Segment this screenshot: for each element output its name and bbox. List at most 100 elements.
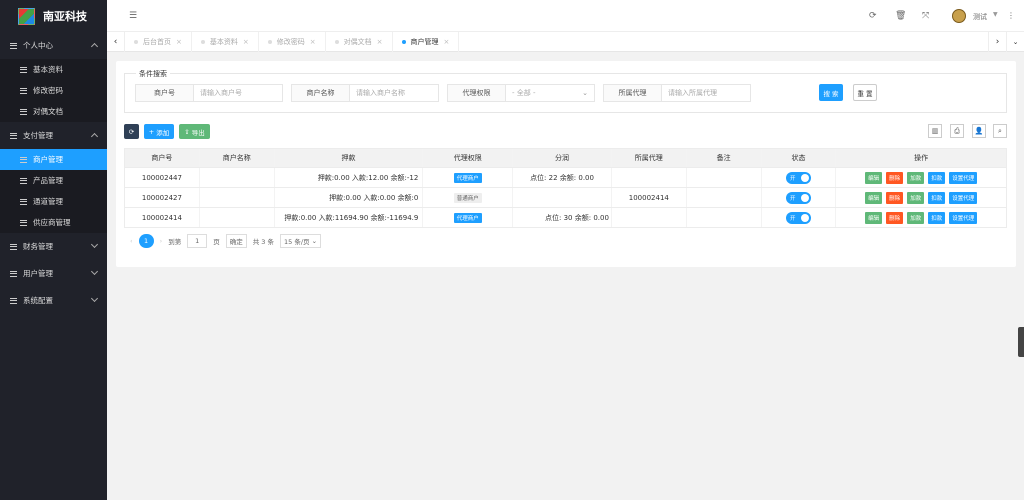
search-legend: 条件搜索	[136, 69, 170, 79]
deduct-button[interactable]: 扣款	[928, 211, 946, 224]
menu-title-personal[interactable]: 个人中心	[0, 32, 107, 59]
pagination: ‹ 1 › 到第 1 页 确定 共 3 条 15 条/页 ⌄	[130, 234, 322, 248]
tab-docs[interactable]: 对偶文档 ×	[326, 31, 393, 52]
menu-title-users[interactable]: 用户管理	[0, 260, 107, 287]
page-input[interactable]: 1	[187, 234, 208, 248]
columns-filter-icon[interactable]: ▥	[928, 124, 942, 138]
menu-title-finance[interactable]: 财务管理	[0, 233, 107, 260]
tab-bar: ‹ 后台首页 × 基本资料 × 修改密码 × 对偶文档 × 商户管理 × › ⌄	[107, 31, 1024, 52]
sidebar-item-suppliers[interactable]: 供应商管理	[0, 212, 107, 233]
set-agent-button[interactable]: 设置代理	[949, 191, 978, 204]
merchant-name-input[interactable]: 请输入商户名称	[350, 85, 438, 101]
add-funds-button[interactable]: 加款	[907, 191, 925, 204]
close-icon[interactable]: ×	[243, 38, 249, 46]
fullscreen-icon[interactable]: ⤧	[922, 11, 929, 21]
menu-list-icon	[10, 297, 17, 304]
delete-button[interactable]: 删除	[886, 211, 904, 224]
tab-change-password[interactable]: 修改密码 ×	[259, 31, 326, 52]
search-button[interactable]: 搜 索	[819, 84, 843, 101]
reset-button[interactable]: 重 置	[853, 84, 877, 101]
search-icon[interactable]: ⌕	[993, 124, 1007, 138]
sidebar: 南亚科技 个人中心 基本资料 修改密码 对偶文档 支付管理 商户管理 产品管理 …	[0, 0, 107, 500]
sidebar-item-change-password[interactable]: 修改密码	[0, 80, 107, 101]
menu-title-payment[interactable]: 支付管理	[0, 122, 107, 149]
tab-home[interactable]: 后台首页 ×	[125, 31, 192, 52]
more-vertical-icon[interactable]: ⋮	[1007, 11, 1015, 20]
goto-label: 到第	[168, 238, 182, 246]
menu-toggle-icon[interactable]: ☰	[129, 11, 137, 21]
user-name[interactable]: 测试	[973, 12, 987, 22]
menu-group-users: 用户管理	[0, 260, 107, 287]
sidebar-item-channels[interactable]: 通道管理	[0, 191, 107, 212]
status-toggle[interactable]: 开	[785, 171, 811, 184]
user-icon[interactable]: 👤	[972, 124, 986, 138]
agent-perm-select[interactable]: - 全部 - ⌄	[506, 85, 594, 101]
set-agent-button[interactable]: 设置代理	[949, 171, 978, 184]
menu-group-system: 系统配置	[0, 287, 107, 314]
refresh-button[interactable]: ⟳	[124, 124, 139, 139]
export-icon: ⇪	[184, 127, 190, 136]
page-current[interactable]: 1	[138, 234, 154, 248]
tab-profile[interactable]: 基本资料 ×	[192, 31, 259, 52]
page-unit: 页	[213, 238, 220, 246]
add-funds-button[interactable]: 加款	[907, 171, 925, 184]
table-row: 100002447 押款:0.00 入款:12.00 余额:-12 代理商户 点…	[124, 168, 1007, 188]
prev-page-icon[interactable]: ‹	[130, 237, 133, 245]
cube-logo-icon	[18, 7, 35, 25]
page-confirm-button[interactable]: 确定	[225, 234, 247, 248]
menu-group-finance: 财务管理	[0, 233, 107, 260]
edit-button[interactable]: 编辑	[865, 171, 883, 184]
dot-icon	[267, 39, 272, 44]
dot-icon	[334, 39, 339, 44]
chevron-down-icon: ⌄	[582, 89, 588, 97]
add-button[interactable]: + 添加	[144, 124, 174, 139]
perm-badge: 代理商户	[453, 212, 482, 223]
agent-input[interactable]: 请输入所属代理	[662, 85, 750, 101]
close-icon[interactable]: ×	[444, 38, 450, 46]
print-icon[interactable]: ⎙	[950, 124, 964, 138]
tabs-next-icon[interactable]: ›	[988, 31, 1006, 52]
table-row: 100002414 押款:0.00 入款:11694.90 余额:-11694.…	[124, 208, 1007, 228]
chevron-down-icon	[90, 267, 99, 276]
trash-icon[interactable]: 🗑	[895, 11, 906, 21]
agent-perm-field: 代理权限 - 全部 - ⌄	[447, 84, 595, 102]
close-icon[interactable]: ×	[377, 38, 383, 46]
add-funds-button[interactable]: 加款	[907, 211, 925, 224]
avatar[interactable]	[952, 9, 966, 23]
topbar: ☰ ⟳ 🗑 ⤧ 测试 ▼ ⋮	[107, 0, 1024, 32]
merchant-no-input[interactable]: 请输入商户号	[194, 85, 282, 101]
deduct-button[interactable]: 扣款	[928, 191, 946, 204]
deduct-button[interactable]: 扣款	[928, 171, 946, 184]
export-button[interactable]: ⇪ 导出	[179, 124, 210, 139]
per-page-select[interactable]: 15 条/页 ⌄	[280, 234, 322, 248]
sidebar-item-merchants[interactable]: 商户管理	[0, 149, 107, 170]
tabs-dropdown-icon[interactable]: ⌄	[1006, 31, 1024, 52]
sidebar-item-products[interactable]: 产品管理	[0, 170, 107, 191]
app-logo[interactable]: 南亚科技	[0, 0, 107, 32]
tab-merchants[interactable]: 商户管理 ×	[393, 31, 460, 52]
edit-button[interactable]: 编辑	[865, 211, 883, 224]
menu-list-icon	[10, 243, 17, 250]
chevron-up-icon	[90, 132, 99, 141]
close-icon[interactable]: ×	[176, 38, 182, 46]
caret-down-icon[interactable]: ▼	[993, 11, 998, 18]
edit-button[interactable]: 编辑	[865, 191, 883, 204]
status-toggle[interactable]: 开	[785, 191, 811, 204]
side-drawer-handle[interactable]	[1018, 327, 1024, 357]
table-row: 100002427 押款:0.00 入款:0.00 余额:0 普通商户 1000…	[124, 188, 1007, 208]
menu-list-icon	[20, 87, 27, 94]
delete-button[interactable]: 删除	[886, 171, 904, 184]
tabs-prev-icon[interactable]: ‹	[107, 31, 125, 52]
dot-icon	[200, 39, 205, 44]
sidebar-item-docs[interactable]: 对偶文档	[0, 101, 107, 122]
menu-list-icon	[20, 219, 27, 226]
set-agent-button[interactable]: 设置代理	[949, 211, 978, 224]
refresh-icon[interactable]: ⟳	[869, 11, 877, 21]
menu-title-system[interactable]: 系统配置	[0, 287, 107, 314]
sidebar-item-profile[interactable]: 基本资料	[0, 59, 107, 80]
close-icon[interactable]: ×	[310, 38, 316, 46]
status-toggle[interactable]: 开	[785, 211, 811, 224]
delete-button[interactable]: 删除	[886, 191, 904, 204]
menu-list-icon	[20, 177, 27, 184]
next-page-icon[interactable]: ›	[160, 237, 163, 245]
